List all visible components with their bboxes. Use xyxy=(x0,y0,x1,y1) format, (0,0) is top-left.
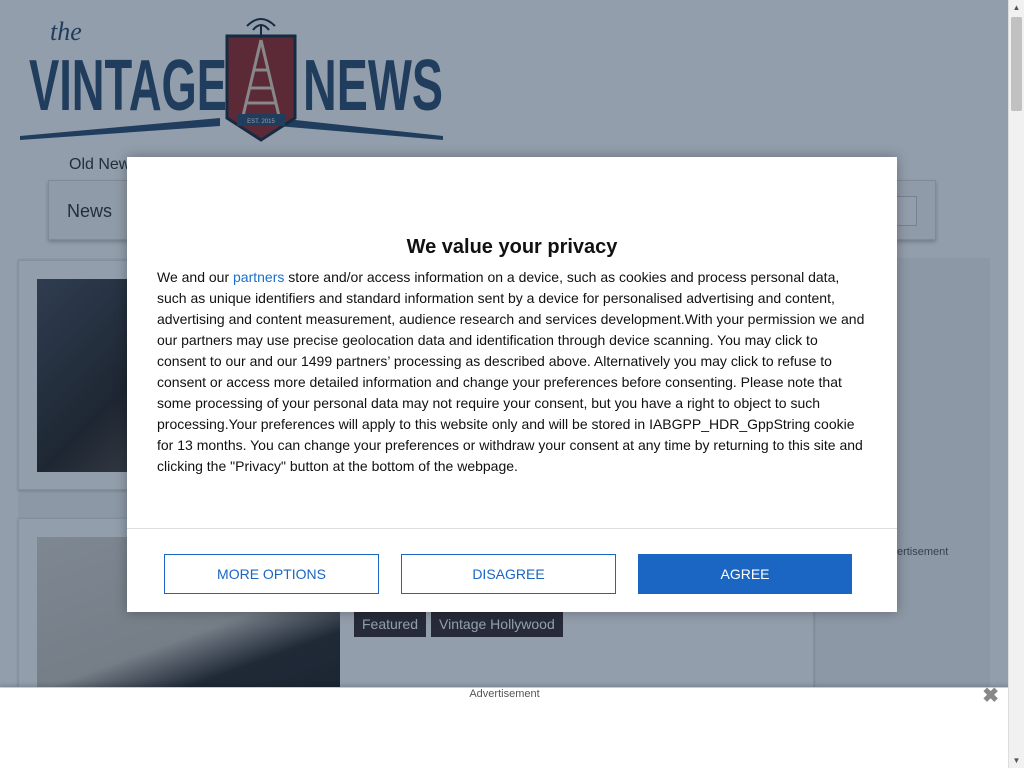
consent-text-intro: We and our xyxy=(157,269,234,285)
scroll-up-icon[interactable]: ▲ xyxy=(1009,0,1024,15)
bottom-ad-bar: Advertisement ✖ xyxy=(0,686,1009,769)
agree-button[interactable]: AGREE xyxy=(638,554,852,594)
partners-link[interactable]: partners xyxy=(233,269,284,285)
privacy-consent-dialog: We value your privacy We and our partner… xyxy=(127,157,897,612)
scroll-down-icon[interactable]: ▼ xyxy=(1009,753,1024,768)
consent-title: We value your privacy xyxy=(406,236,618,258)
dialog-divider xyxy=(127,528,897,529)
close-icon[interactable]: ✖ xyxy=(982,686,999,706)
bottom-ad-label: Advertisement xyxy=(469,688,540,700)
scrollbar-thumb[interactable] xyxy=(1011,17,1022,111)
consent-text-main: store and/or access information on a dev… xyxy=(157,269,865,474)
consent-body: We and our partners store and/or access … xyxy=(157,267,869,477)
disagree-button[interactable]: DISAGREE xyxy=(401,554,616,594)
more-options-button[interactable]: MORE OPTIONS xyxy=(164,554,379,594)
page-scrollbar[interactable]: ▲ ▼ xyxy=(1008,0,1024,768)
